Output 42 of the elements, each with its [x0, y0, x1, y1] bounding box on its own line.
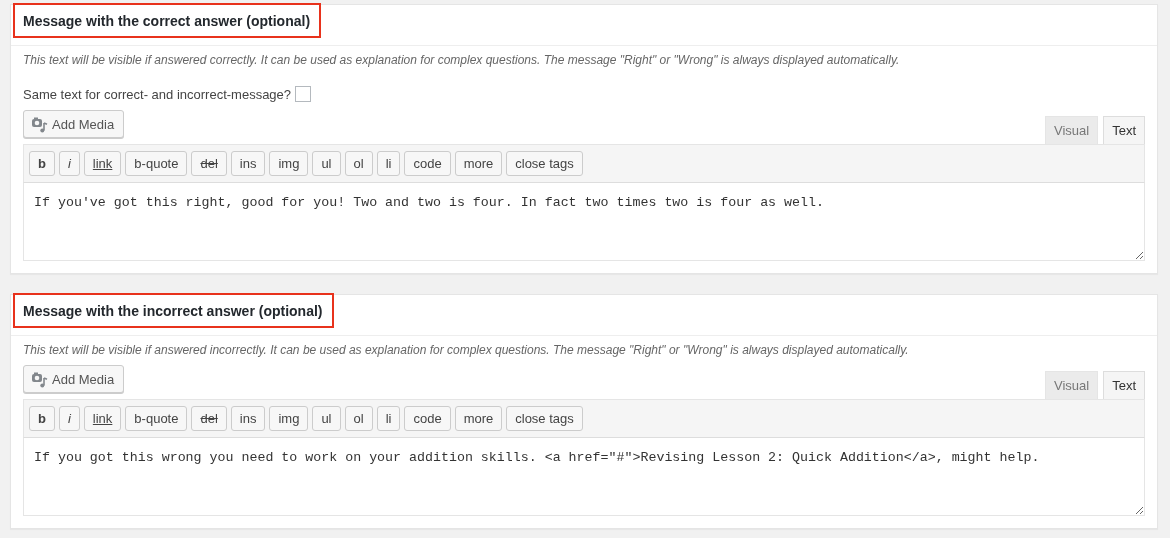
toolbar-button[interactable]: code — [404, 151, 451, 176]
toolbar-button[interactable]: b-quote — [125, 151, 188, 176]
editor-tab[interactable]: Text — [1103, 116, 1145, 144]
toolbar-button[interactable]: more — [454, 406, 503, 431]
toolbar-button[interactable]: more — [454, 151, 503, 176]
toolbar-button[interactable]: li — [376, 151, 401, 176]
toolbar-button[interactable]: link — [83, 151, 122, 176]
toolbar-button[interactable]: b-quote — [125, 406, 188, 431]
toolbar-button[interactable]: b — [29, 151, 55, 176]
toolbar-button[interactable]: ul — [312, 151, 341, 176]
toolbar-button[interactable]: img — [269, 406, 309, 431]
description-text: This text will be visible if answered correctly. It can be used as explanation for complex questions. The message "Right" or "Wrong" is always displayed automatically. — [23, 53, 901, 67]
description-text: This text will be visible if answered incorrectly. It can be used as explanation for complex questions. The message "Right" or "Wrong" is always displayed automatically. — [23, 343, 910, 357]
toolbar-button[interactable]: img — [269, 151, 309, 176]
toolbar-button[interactable]: del — [191, 151, 227, 176]
toolbar-button[interactable]: ol — [344, 151, 373, 176]
toolbar-button[interactable]: i — [58, 151, 80, 176]
add-media-button[interactable]: Add Media — [23, 110, 125, 138]
toolbar-button[interactable]: li — [376, 406, 401, 431]
media-icon — [31, 115, 48, 133]
toolbar-button[interactable]: ul — [312, 406, 341, 431]
media-icon — [31, 370, 48, 388]
add-media-button[interactable]: Add Media — [23, 365, 125, 393]
toolbar-button[interactable]: ins — [230, 406, 266, 431]
toolbar-button[interactable]: code — [404, 406, 451, 431]
toolbar-button[interactable]: ins — [230, 151, 266, 176]
toolbar-button[interactable]: ol — [344, 406, 373, 431]
editor-tab[interactable]: Visual — [1044, 371, 1099, 399]
editor-tab[interactable]: Visual — [1044, 116, 1099, 144]
toolbar-button[interactable]: link — [83, 406, 122, 431]
section-title: Message with the correct answer (optional) — [14, 4, 321, 37]
toolbar-button[interactable]: del — [191, 406, 227, 431]
toolbar-button[interactable]: b — [29, 406, 55, 431]
section-title: Message with the incorrect answer (optional) — [14, 294, 333, 327]
message-textarea[interactable]: If you've got this right, good for you! Two and two is four. In fact two times two is four as well. — [23, 183, 1145, 261]
message-textarea[interactable]: If you got this wrong you need to work on your addition skills. <a href="#">Revising Lesson 2: Quick Addition</a>, might help. — [23, 438, 1145, 516]
checkbox[interactable] — [295, 86, 312, 102]
toolbar-button[interactable]: close tags — [506, 406, 583, 431]
toolbar-button[interactable]: close tags — [506, 151, 583, 176]
toolbar-button[interactable]: i — [58, 406, 80, 431]
option-label: Same text for correct- and incorrect-message? — [23, 86, 292, 102]
editor-tab[interactable]: Text — [1103, 371, 1145, 399]
